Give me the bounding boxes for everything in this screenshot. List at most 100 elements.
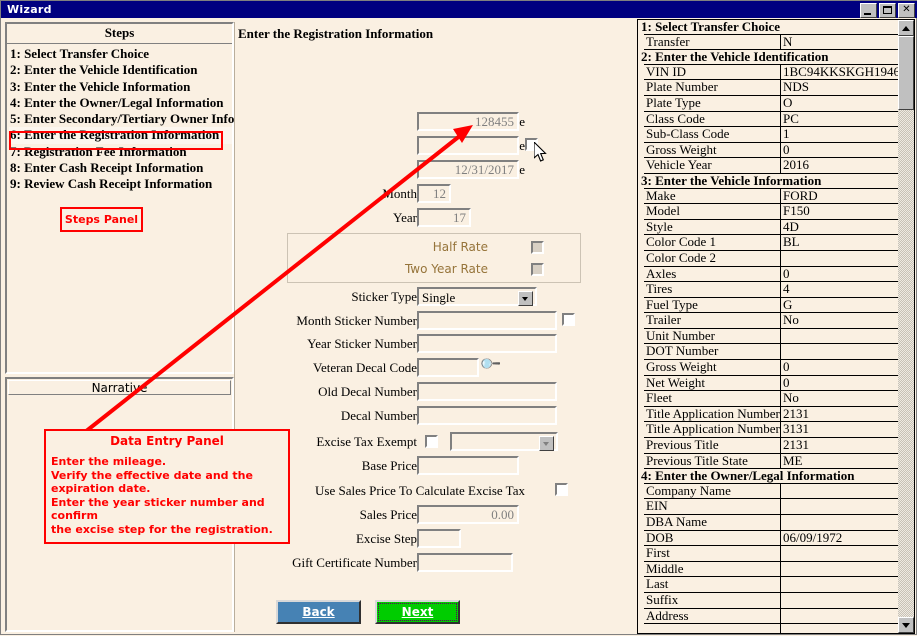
next-button[interactable]: Next bbox=[375, 600, 460, 624]
summary-row: Net Weight0 bbox=[644, 375, 900, 392]
excise-tax-exempt-value bbox=[452, 434, 556, 435]
summary-row-key bbox=[644, 624, 781, 634]
callout-line-1: Enter the mileage. bbox=[51, 455, 283, 469]
summary-row-key: Company Name bbox=[644, 484, 781, 499]
month-label: Month bbox=[382, 186, 417, 202]
summary-row: Title Application Number3131 bbox=[644, 421, 900, 438]
chevron-down-icon[interactable] bbox=[518, 291, 533, 306]
use-sales-price-label: Use Sales Price To Calculate Excise Tax bbox=[315, 483, 525, 499]
summary-row: Unit Number bbox=[644, 328, 900, 345]
excise-tax-exempt-dropdown[interactable] bbox=[450, 432, 558, 451]
close-icon[interactable]: ✕ bbox=[898, 3, 915, 18]
sticker-type-label: Sticker Type bbox=[351, 289, 417, 305]
summary-row: Color Code 1BL bbox=[644, 234, 900, 251]
summary-row: Previous Title StateME bbox=[644, 453, 900, 470]
search-icon[interactable]: 🔍 bbox=[479, 352, 503, 376]
step-item-9[interactable]: 9: Review Cash Receipt Information bbox=[9, 176, 232, 192]
summary-row-key: Trailer bbox=[644, 313, 781, 328]
scrollbar-track[interactable] bbox=[898, 36, 914, 617]
summary-panel: 1: Select Transfer ChoiceTransferN2: Ent… bbox=[637, 19, 915, 634]
summary-row: Sub-Class Code1 bbox=[644, 126, 900, 143]
summary-row: EIN bbox=[644, 498, 900, 515]
summary-row-value: No bbox=[781, 313, 900, 328]
two-year-rate-checkbox[interactable] bbox=[531, 263, 544, 276]
summary-row-key: VIN ID bbox=[644, 65, 781, 80]
summary-row-key: Address bbox=[644, 609, 781, 624]
scroll-down-icon[interactable] bbox=[898, 617, 914, 633]
summary-section-heading: 2: Enter the Vehicle Identification bbox=[638, 50, 900, 65]
step-item-6-selected[interactable]: 6: Enter the Registration Information bbox=[9, 127, 232, 143]
effective-date-input[interactable] bbox=[417, 136, 519, 155]
summary-section-heading: 4: Enter the Owner/Legal Information bbox=[638, 469, 900, 484]
summary-row-value: 0 bbox=[781, 143, 900, 158]
summary-row-key: Color Code 1 bbox=[644, 235, 781, 250]
veteran-decal-code-input[interactable] bbox=[417, 358, 479, 377]
year-sticker-number-input[interactable] bbox=[417, 334, 557, 353]
step-item-1[interactable]: 1: Select Transfer Choice bbox=[9, 46, 232, 62]
summary-row: First bbox=[644, 545, 900, 562]
summary-row-value: O bbox=[781, 96, 900, 111]
summary-row-value: 4D bbox=[781, 220, 900, 235]
summary-row-value: ME bbox=[781, 454, 900, 469]
window-title: Wizard bbox=[1, 3, 52, 16]
summary-row: FleetNo bbox=[644, 390, 900, 407]
old-decal-number-input[interactable] bbox=[417, 382, 557, 401]
base-price-input[interactable] bbox=[417, 456, 519, 475]
summary-scrollbar[interactable] bbox=[898, 20, 914, 633]
excise-tax-exempt-checkbox[interactable] bbox=[425, 435, 438, 448]
chevron-down-icon[interactable] bbox=[539, 436, 554, 451]
summary-row-key: Net Weight bbox=[644, 376, 781, 391]
half-rate-checkbox[interactable] bbox=[531, 241, 544, 254]
year-sticker-number-label: Year Sticker Number bbox=[307, 336, 417, 352]
summary-row-key: Previous Title bbox=[644, 438, 781, 453]
summary-row-key: Suffix bbox=[644, 593, 781, 608]
scrollbar-thumb[interactable] bbox=[898, 36, 914, 110]
summary-row: Fuel TypeG bbox=[644, 297, 900, 314]
summary-row-key: DOB bbox=[644, 531, 781, 546]
month-input[interactable]: 12 bbox=[417, 184, 451, 203]
back-button-label: Back bbox=[302, 605, 334, 619]
sales-price-input[interactable]: 0.00 bbox=[417, 505, 519, 524]
summary-row-value: N bbox=[781, 35, 900, 50]
month-sticker-checkbox[interactable] bbox=[562, 313, 575, 326]
mileage-input[interactable]: 128455 bbox=[417, 112, 519, 131]
sticker-type-dropdown[interactable]: Single bbox=[417, 287, 537, 306]
minimize-icon[interactable] bbox=[860, 3, 877, 18]
summary-row-value: BL bbox=[781, 235, 900, 250]
scroll-up-icon[interactable] bbox=[898, 20, 914, 36]
summary-row-value: 0 bbox=[781, 267, 900, 282]
summary-row-value bbox=[781, 624, 900, 634]
steps-panel-header: Steps bbox=[7, 24, 232, 44]
summary-row-value bbox=[781, 609, 900, 624]
step-item-7[interactable]: 7: Registration Fee Information bbox=[9, 144, 232, 160]
step-item-4[interactable]: 4: Enter the Owner/Legal Information bbox=[9, 95, 232, 111]
summary-row-key: Class Code bbox=[644, 112, 781, 127]
back-button[interactable]: Back bbox=[276, 600, 361, 624]
maximize-icon[interactable] bbox=[879, 3, 896, 18]
summary-row-key: DOT Number bbox=[644, 344, 781, 359]
summary-row: Gross Weight0 bbox=[644, 359, 900, 376]
two-year-rate-label: Two Year Rate bbox=[405, 262, 488, 276]
expiration-date-input[interactable]: 12/31/2017 bbox=[417, 160, 519, 179]
year-input[interactable]: 17 bbox=[417, 208, 471, 227]
summary-row: Vehicle Year2016 bbox=[644, 157, 900, 174]
summary-row-value bbox=[781, 577, 900, 592]
summary-row-value: G bbox=[781, 298, 900, 313]
old-decal-number-label: Old Decal Number bbox=[318, 384, 417, 400]
summary-row: ModelF150 bbox=[644, 203, 900, 220]
summary-row: MakeFORD bbox=[644, 188, 900, 205]
excise-step-input[interactable] bbox=[417, 529, 461, 548]
step-item-3[interactable]: 3: Enter the Vehicle Information bbox=[9, 79, 232, 95]
step-item-2[interactable]: 2: Enter the Vehicle Identification bbox=[9, 62, 232, 78]
decal-number-input[interactable] bbox=[417, 406, 557, 425]
summary-row-key: Unit Number bbox=[644, 329, 781, 344]
steps-list: 1: Select Transfer Choice 2: Enter the V… bbox=[7, 44, 232, 193]
summary-row-key: Make bbox=[644, 189, 781, 204]
summary-row-key: Fuel Type bbox=[644, 298, 781, 313]
gift-certificate-number-input[interactable] bbox=[417, 553, 513, 572]
wizard-window: Wizard ✕ Steps 1: Select Transfer Choice… bbox=[0, 0, 917, 635]
step-item-5[interactable]: 5: Enter Secondary/Tertiary Owner Infor bbox=[9, 111, 232, 127]
step-item-8[interactable]: 8: Enter Cash Receipt Information bbox=[9, 160, 232, 176]
use-sales-price-checkbox[interactable] bbox=[555, 483, 568, 496]
month-sticker-number-input[interactable] bbox=[417, 311, 557, 330]
